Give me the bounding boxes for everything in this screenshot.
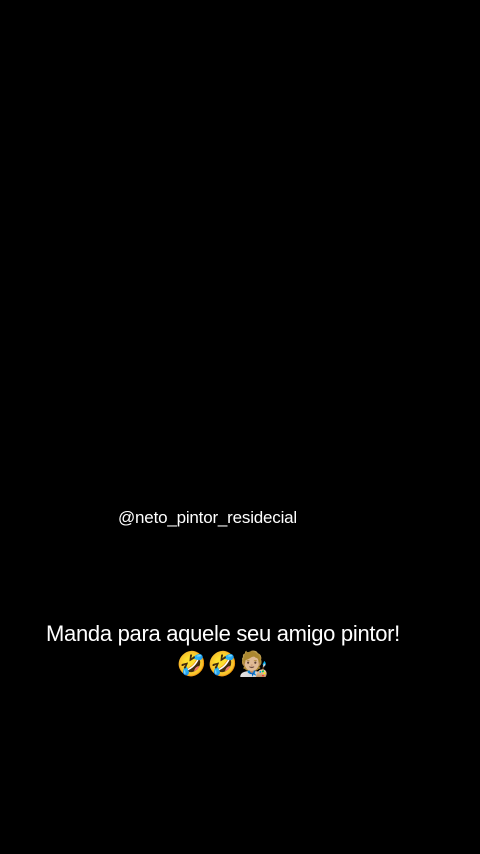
caption-emojis: 🤣🤣🧑🏼‍🎨: [176, 651, 270, 678]
caption-text: Manda para aquele seu amigo pintor!: [46, 621, 400, 646]
caption-block: Manda para aquele seu amigo pintor! 🤣🤣🧑🏼…: [0, 620, 446, 680]
video-frame: @neto_pintor_residecial Manda para aquel…: [0, 0, 480, 854]
username-watermark: @neto_pintor_residecial: [118, 508, 297, 527]
